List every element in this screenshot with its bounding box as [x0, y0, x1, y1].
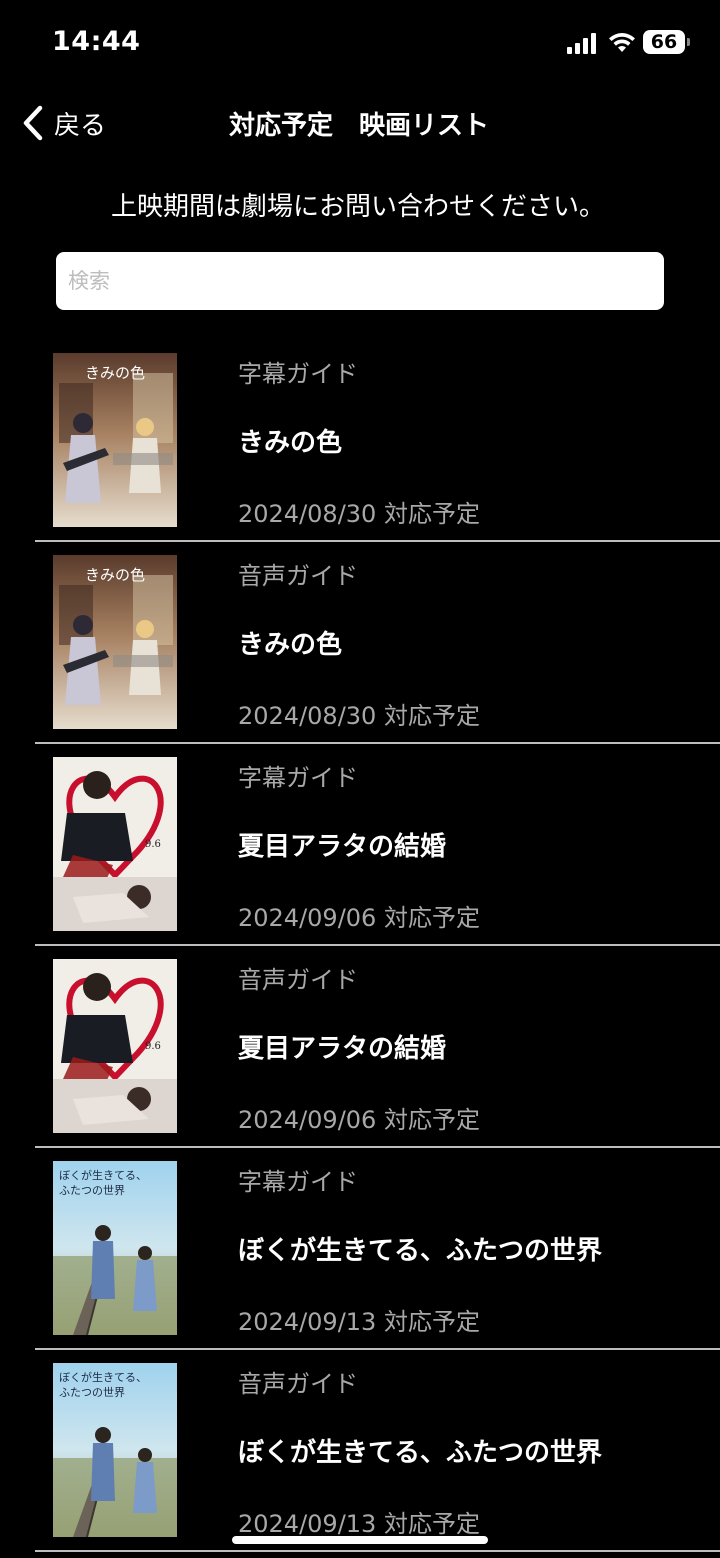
- guide-type: 音声ガイド: [238, 1370, 358, 1398]
- home-indicator: [232, 1536, 488, 1544]
- movie-title: 夏目アラタの結婚: [238, 1034, 447, 1064]
- notice-text: 上映期間は劇場にお問い合わせください。: [110, 192, 605, 222]
- movie-title: きみの色: [238, 428, 343, 458]
- movie-title: 夏目アラタの結婚: [238, 832, 447, 862]
- guide-type: 字幕ガイド: [238, 360, 358, 388]
- list-item[interactable]: ぼくが生きてる、 ふたつの世界 音声ガイド ぼくが生きてる、ふたつの世界 2024…: [0, 1350, 720, 1552]
- status-time: 14:44: [52, 26, 141, 57]
- guide-type: 音声ガイド: [238, 562, 358, 590]
- movie-title: ぼくが生きてる、ふたつの世界: [238, 1438, 603, 1468]
- movie-title: ぼくが生きてる、ふたつの世界: [238, 1236, 603, 1266]
- svg-text:ふたつの世界: ふたつの世界: [59, 1386, 125, 1399]
- release-date: 2024/09/06 対応予定: [238, 904, 480, 932]
- svg-text:ふたつの世界: ふたつの世界: [59, 1184, 125, 1197]
- guide-type: 字幕ガイド: [238, 764, 358, 792]
- svg-text:9.6: 9.6: [145, 839, 161, 850]
- svg-text:きみの色: きみの色: [85, 566, 145, 584]
- guide-type: 字幕ガイド: [238, 1168, 358, 1196]
- movie-title: きみの色: [238, 630, 343, 660]
- list-item[interactable]: きみの色 字幕ガイド きみの色 2024/08/30 対応予定: [0, 340, 720, 542]
- svg-text:9.6: 9.6: [145, 1041, 161, 1052]
- battery-level: 66: [643, 30, 685, 54]
- cellular-signal-icon: [567, 33, 596, 54]
- status-bar: 14:44 66: [0, 0, 720, 88]
- release-date: 2024/09/13 対応予定: [238, 1308, 480, 1336]
- poster-kimi-no-iro: きみの色: [53, 555, 177, 729]
- poster-natsume-arata: 9.6: [53, 757, 177, 931]
- navigation-bar: 戻る 対応予定 映画リスト: [0, 88, 720, 158]
- battery-icon: 66: [643, 30, 691, 54]
- poster-kimi-no-iro: きみの色: [53, 353, 177, 527]
- movie-list: きみの色 字幕ガイド きみの色 2024/08/30 対応予定 きみの色 音声ガ…: [0, 340, 720, 1552]
- svg-text:ぼくが生きてる、: ぼくが生きてる、: [59, 1168, 147, 1182]
- list-item[interactable]: きみの色 音声ガイド きみの色 2024/08/30 対応予定: [0, 542, 720, 744]
- poster-bokuga-ikiteru: ぼくが生きてる、 ふたつの世界: [53, 1363, 177, 1537]
- divider: [35, 1550, 720, 1552]
- poster-bokuga-ikiteru: ぼくが生きてる、 ふたつの世界: [53, 1161, 177, 1335]
- page-title: 対応予定 映画リスト: [228, 111, 489, 141]
- release-date: 2024/08/30 対応予定: [238, 702, 480, 730]
- list-item[interactable]: 9.6 字幕ガイド 夏目アラタの結婚 2024/09/06 対応予定: [0, 744, 720, 946]
- guide-type: 音声ガイド: [238, 966, 358, 994]
- release-date: 2024/08/30 対応予定: [238, 500, 480, 528]
- wifi-icon: [609, 33, 635, 52]
- poster-natsume-arata: 9.6: [53, 959, 177, 1133]
- release-date: 2024/09/06 対応予定: [238, 1106, 480, 1134]
- release-date: 2024/09/13 対応予定: [238, 1510, 480, 1538]
- list-item[interactable]: 9.6 音声ガイド 夏目アラタの結婚 2024/09/06 対応予定: [0, 946, 720, 1148]
- list-item[interactable]: ぼくが生きてる、 ふたつの世界 字幕ガイド ぼくが生きてる、ふたつの世界 2024…: [0, 1148, 720, 1350]
- svg-text:きみの色: きみの色: [85, 364, 145, 382]
- svg-text:ぼくが生きてる、: ぼくが生きてる、: [59, 1370, 147, 1384]
- search-input[interactable]: [56, 252, 664, 310]
